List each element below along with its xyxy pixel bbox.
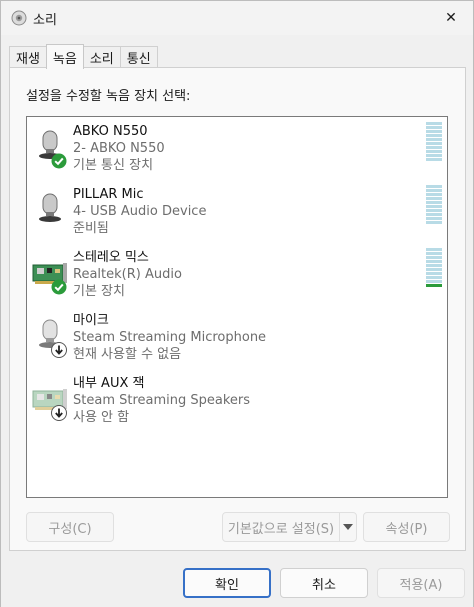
- meter-segment: [426, 185, 442, 188]
- level-meter: [426, 248, 442, 288]
- device-name: 마이크: [73, 313, 109, 328]
- device-name: 스테레오 믹스: [73, 250, 149, 265]
- device-text: 내부 AUX 잭 Steam Streaming Speakers 사용 안 함: [73, 375, 250, 426]
- meter-segment: [426, 256, 442, 259]
- device-text: 스테레오 믹스 Realtek(R) Audio 기본 장치: [73, 249, 182, 300]
- device-item[interactable]: 내부 AUX 잭 Steam Streaming Speakers 사용 안 함: [27, 371, 447, 433]
- tab-sounds[interactable]: 소리: [82, 46, 121, 68]
- check-icon: [51, 153, 67, 169]
- device-name: PILLAR Mic: [73, 187, 144, 202]
- meter-segment: [426, 193, 442, 196]
- properties-button[interactable]: 속성(P): [363, 512, 450, 542]
- meter-segment: [426, 142, 442, 145]
- set-default-button[interactable]: 기본값으로 설정(S): [222, 512, 340, 542]
- meter-segment: [426, 217, 442, 220]
- meter-segment: [426, 130, 442, 133]
- device-list[interactable]: ABKO N550 2- ABKO N550 기본 통신 장치 PILLAR M…: [26, 116, 448, 498]
- meter-segment: [426, 205, 442, 208]
- device-name: 내부 AUX 잭: [73, 376, 145, 391]
- dialog-footer: 확인 취소 적용(A): [1, 552, 473, 607]
- meter-segment: [426, 150, 442, 153]
- device-text: ABKO N550 2- ABKO N550 기본 통신 장치: [73, 123, 165, 174]
- tab-recording[interactable]: 녹음: [45, 44, 84, 69]
- tab-strip: 재생 녹음 소리 통신: [9, 44, 158, 69]
- meter-segment: [426, 146, 442, 149]
- level-meter: [426, 122, 442, 162]
- meter-segment: [426, 138, 442, 141]
- device-item[interactable]: PILLAR Mic 4- USB Audio Device 준비됨: [27, 182, 447, 244]
- instruction-label: 설정을 수정할 녹음 장치 선택:: [26, 89, 191, 104]
- meter-segment: [426, 122, 442, 125]
- device-status: 사용 안 함: [73, 410, 130, 425]
- check-icon: [51, 279, 67, 295]
- meter-segment: [426, 276, 442, 279]
- device-status: 기본 통신 장치: [73, 158, 154, 173]
- device-name: ABKO N550: [73, 124, 148, 139]
- title-bar: 소리 ✕: [1, 1, 473, 35]
- meter-segment: [426, 209, 442, 212]
- chevron-down-icon: [343, 524, 353, 530]
- down-arrow-icon: [51, 342, 67, 358]
- device-driver: Steam Streaming Speakers: [73, 393, 251, 408]
- device-item[interactable]: 마이크 Steam Streaming Microphone 현재 사용할 수 …: [27, 308, 447, 370]
- meter-segment: [426, 134, 442, 137]
- device-driver: Realtek(R) Audio: [73, 267, 182, 282]
- device-text: 마이크 Steam Streaming Microphone 현재 사용할 수 …: [73, 312, 266, 363]
- tab-playback[interactable]: 재생: [9, 46, 47, 68]
- device-text: PILLAR Mic 4- USB Audio Device 준비됨: [73, 186, 206, 237]
- meter-segment: [426, 197, 442, 200]
- meter-segment: [426, 158, 442, 161]
- recording-panel: 설정을 수정할 녹음 장치 선택: ABKO N550 2- ABKO N550…: [9, 67, 466, 551]
- set-default-dropdown[interactable]: [339, 512, 357, 542]
- cancel-button[interactable]: 취소: [280, 568, 368, 598]
- level-meter: [426, 185, 442, 225]
- device-status: 현재 사용할 수 없음: [73, 347, 182, 362]
- device-driver: 2- ABKO N550: [73, 141, 165, 156]
- microphone-icon: [39, 193, 61, 222]
- meter-segment: [426, 284, 442, 287]
- device-driver: 4- USB Audio Device: [73, 204, 207, 219]
- meter-segment: [426, 252, 442, 255]
- device-item[interactable]: ABKO N550 2- ABKO N550 기본 통신 장치: [27, 119, 447, 181]
- meter-segment: [426, 221, 442, 224]
- meter-segment: [426, 280, 442, 283]
- window-title: 소리: [33, 13, 57, 28]
- meter-segment: [426, 201, 442, 204]
- apply-button[interactable]: 적용(A): [377, 568, 465, 598]
- meter-segment: [426, 260, 442, 263]
- meter-segment: [426, 248, 442, 251]
- meter-segment: [426, 126, 442, 129]
- close-icon: ✕: [445, 10, 457, 26]
- ok-button[interactable]: 확인: [183, 568, 271, 598]
- meter-segment: [426, 189, 442, 192]
- device-status: 준비됨: [73, 221, 109, 236]
- meter-segment: [426, 272, 442, 275]
- device-driver: Steam Streaming Microphone: [73, 330, 267, 345]
- sound-dialog: 소리 ✕ 재생 녹음 소리 통신 설정을 수정할 녹음 장치 선택: ABKO …: [0, 0, 474, 607]
- tab-communications[interactable]: 통신: [119, 46, 158, 68]
- meter-segment: [426, 154, 442, 157]
- configure-button[interactable]: 구성(C): [26, 512, 114, 542]
- meter-segment: [426, 268, 442, 271]
- close-button[interactable]: ✕: [437, 6, 465, 30]
- device-item[interactable]: 스테레오 믹스 Realtek(R) Audio 기본 장치: [27, 245, 447, 307]
- speaker-app-icon: [11, 10, 27, 26]
- meter-segment: [426, 264, 442, 267]
- device-status: 기본 장치: [73, 284, 125, 299]
- down-arrow-icon: [51, 405, 67, 421]
- meter-segment: [426, 213, 442, 216]
